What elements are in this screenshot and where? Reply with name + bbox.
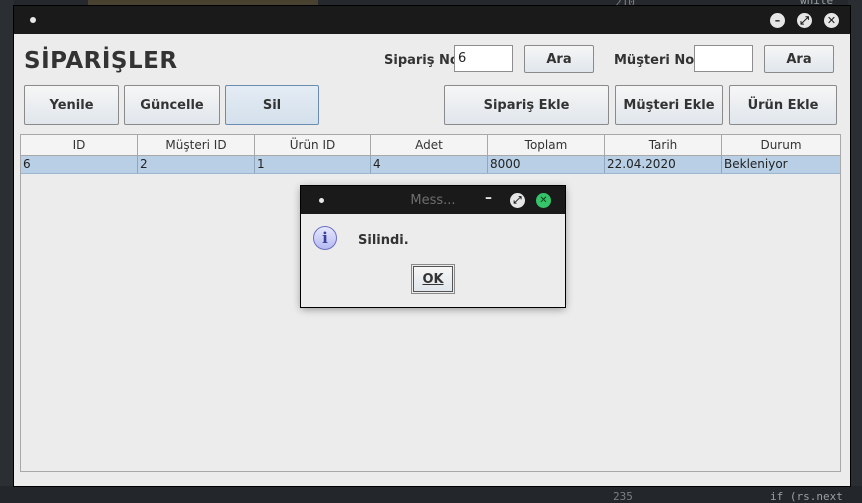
table-header: ID Müşteri ID Ürün ID Adet Toplam Tarih …	[21, 135, 840, 156]
update-button[interactable]: Güncelle	[124, 85, 220, 125]
info-icon: i	[313, 226, 337, 250]
dialog-message: Silindi.	[358, 233, 409, 248]
search-order-button[interactable]: Ara	[524, 45, 594, 73]
dialog-close-button[interactable]: ✕	[536, 193, 551, 208]
cell-total[interactable]: 8000	[488, 156, 605, 173]
add-customer-button[interactable]: Müşteri Ekle	[615, 85, 723, 125]
add-order-button[interactable]: Sipariş Ekle	[444, 85, 609, 125]
maximize-button[interactable]: ⤢	[797, 13, 812, 28]
page-title: SİPARİŞLER	[24, 48, 178, 74]
column-header-total[interactable]: Toplam	[488, 135, 605, 155]
refresh-button[interactable]: Yenile	[24, 85, 119, 125]
add-product-button[interactable]: Ürün Ekle	[729, 85, 837, 125]
column-header-product-id[interactable]: Ürün ID	[255, 135, 371, 155]
column-header-id[interactable]: ID	[21, 135, 138, 155]
column-header-customer-id[interactable]: Müşteri ID	[138, 135, 255, 155]
background-gutter-left	[0, 0, 14, 503]
cell-quantity[interactable]: 4	[371, 156, 488, 173]
dialog-titlebar[interactable]: Mess... – ⤢ ✕	[301, 186, 565, 214]
delete-button[interactable]: Sil	[225, 85, 319, 125]
table-row[interactable]: 6 2 1 4 8000 22.04.2020 Bekleniyor	[21, 156, 840, 174]
close-button[interactable]: ✕	[824, 13, 839, 28]
column-header-quantity[interactable]: Adet	[371, 135, 488, 155]
order-no-input[interactable]	[454, 45, 513, 72]
cell-id[interactable]: 6	[21, 156, 138, 173]
window-menu-dot-icon[interactable]	[30, 17, 36, 23]
customer-no-label: Müşteri No	[614, 53, 695, 68]
ok-button[interactable]: OK	[411, 264, 455, 294]
customer-no-input[interactable]	[694, 45, 753, 72]
column-header-date[interactable]: Tarih	[605, 135, 722, 155]
order-no-label: Sipariş No	[384, 53, 459, 68]
search-customer-button[interactable]: Ara	[764, 45, 834, 73]
minimize-button[interactable]: –	[770, 13, 785, 28]
dialog-title: Mess...	[410, 193, 456, 208]
window-titlebar[interactable]: – ⤢ ✕	[14, 6, 850, 34]
background-gutter-right	[848, 0, 862, 503]
cell-product-id[interactable]: 1	[255, 156, 371, 173]
dialog-maximize-button[interactable]: ⤢	[510, 193, 525, 208]
column-header-status[interactable]: Durum	[722, 135, 840, 155]
cell-status[interactable]: Bekleniyor	[722, 156, 840, 173]
background-bottom-strip	[0, 486, 862, 503]
background-line-number: 235	[613, 490, 633, 503]
background-code-fragment: if (rs.next	[770, 490, 843, 503]
cell-date[interactable]: 22.04.2020	[605, 156, 722, 173]
dialog-minimize-button[interactable]: –	[485, 190, 492, 206]
message-dialog: Mess... – ⤢ ✕ i Silindi. OK	[301, 186, 565, 307]
cell-customer-id[interactable]: 2	[138, 156, 255, 173]
